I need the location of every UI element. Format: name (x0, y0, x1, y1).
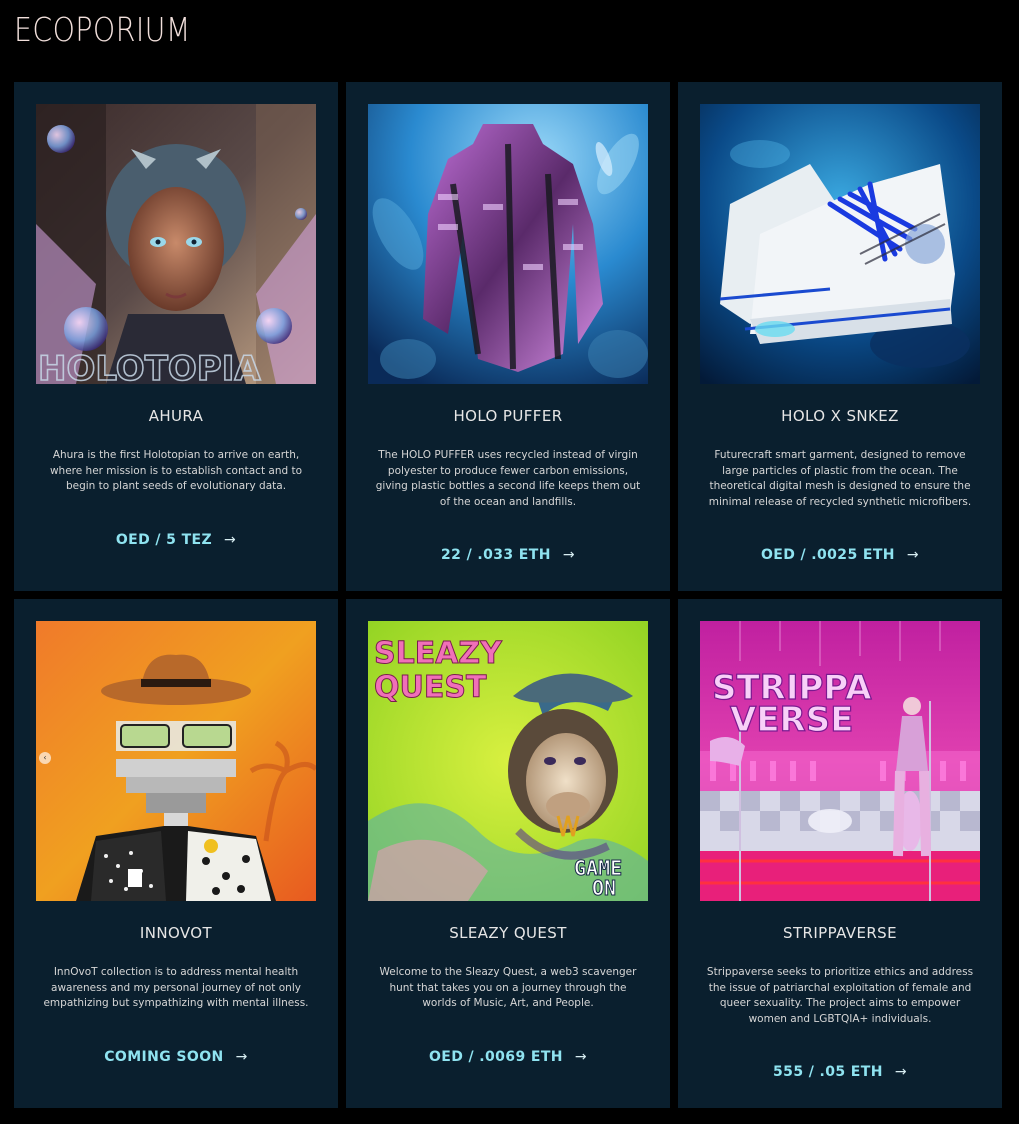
product-card-innovot[interactable]: ‹ INNOVOT InnOvoT collection is to addre… (14, 599, 338, 1108)
arrow-right-icon: → (894, 1064, 907, 1080)
arrow-right-icon: → (906, 547, 920, 563)
product-image-ahura[interactable]: HOLOTOPIA (36, 104, 316, 384)
product-name: SLEAZY QUEST (449, 924, 567, 942)
product-card-strippaverse[interactable]: STRIPPA VERSE STRIPPAVERSE Strippaverse … (678, 599, 1002, 1108)
buy-link-innovot[interactable]: COMING SOON → (14, 1049, 338, 1065)
cta-label: OED / 5 TEZ (115, 532, 213, 548)
product-description: The HOLO PUFFER uses recycled instead of… (375, 449, 641, 508)
holo-x-snkez-artwork (700, 104, 980, 384)
arrow-right-icon: → (574, 1049, 588, 1065)
cta-label: COMING SOON (104, 1049, 224, 1065)
product-image-strippaverse[interactable]: STRIPPA VERSE (700, 621, 980, 901)
product-card-holo-puffer[interactable]: HOLO PUFFER The HOLO PUFFER uses recycle… (346, 82, 670, 591)
cta-label: 22 / .033 ETH (441, 547, 551, 563)
product-description: Futurecraft smart garment, designed to r… (708, 449, 972, 508)
product-description: Strippaverse seeks to prioritize ethics … (706, 966, 974, 1025)
game-on-line2: ON (592, 876, 616, 900)
product-name: STRIPPAVERSE (783, 924, 897, 942)
sleazy-quest-artwork: SLEAZY QUEST GAME ON (368, 621, 648, 901)
product-card-ahura[interactable]: HOLOTOPIA AHURA Ahura is the first Holot… (14, 82, 338, 591)
product-image-innovot[interactable]: ‹ (36, 621, 316, 901)
buy-link-sleazy-quest[interactable]: OED / .0069 ETH → (346, 1049, 670, 1065)
cta-label: OED / .0025 ETH (760, 547, 895, 563)
product-description: InnOvoT collection is to address mental … (43, 966, 309, 1009)
product-description: Welcome to the Sleazy Quest, a web3 scav… (379, 966, 637, 1009)
product-card-holo-x-snkez[interactable]: HOLO X SNKEZ Futurecraft smart garment, … (678, 82, 1002, 591)
buy-link-holo-puffer[interactable]: 22 / .033 ETH → (346, 547, 670, 563)
product-grid: HOLOTOPIA AHURA Ahura is the first Holot… (14, 82, 1005, 1108)
product-image-holo-puffer[interactable] (368, 104, 648, 384)
product-name: INNOVOT (139, 924, 213, 942)
arrow-right-icon: → (235, 1049, 248, 1065)
holo-puffer-artwork (368, 104, 648, 384)
innovot-artwork (36, 621, 316, 901)
holotopia-watermark: HOLOTOPIA (38, 349, 261, 384)
buy-link-ahura[interactable]: OED / 5 TEZ → (14, 532, 338, 548)
ahura-artwork: HOLOTOPIA (36, 104, 316, 384)
strippa-title-line2: VERSE (730, 700, 853, 740)
product-image-holo-x-snkez[interactable] (700, 104, 980, 384)
chevron-left-icon[interactable]: ‹ (39, 752, 51, 764)
sleazy-title-line1: SLEAZY (374, 636, 503, 671)
product-card-sleazy-quest[interactable]: SLEAZY QUEST GAME ON SLEAZY QUEST Welcom… (346, 599, 670, 1108)
product-name: HOLO PUFFER (453, 407, 563, 425)
buy-link-holo-x-snkez[interactable]: OED / .0025 ETH → (678, 547, 1002, 563)
product-image-sleazy-quest[interactable]: SLEAZY QUEST GAME ON (368, 621, 648, 901)
product-description: Ahura is the first Holotopian to arrive … (49, 449, 303, 492)
buy-link-strippaverse[interactable]: 555 / .05 ETH → (678, 1064, 1002, 1080)
arrow-right-icon: → (562, 547, 575, 563)
strippaverse-artwork: STRIPPA VERSE (700, 621, 980, 901)
product-name: AHURA (148, 407, 204, 425)
product-name: HOLO X SNKEZ (781, 407, 899, 425)
cta-label: OED / .0069 ETH (428, 1049, 563, 1065)
site-title: ECOPORIUM (14, 10, 191, 49)
arrow-right-icon: → (224, 532, 237, 548)
sleazy-title-line2: QUEST (374, 670, 487, 705)
cta-label: 555 / .05 ETH (773, 1064, 883, 1080)
